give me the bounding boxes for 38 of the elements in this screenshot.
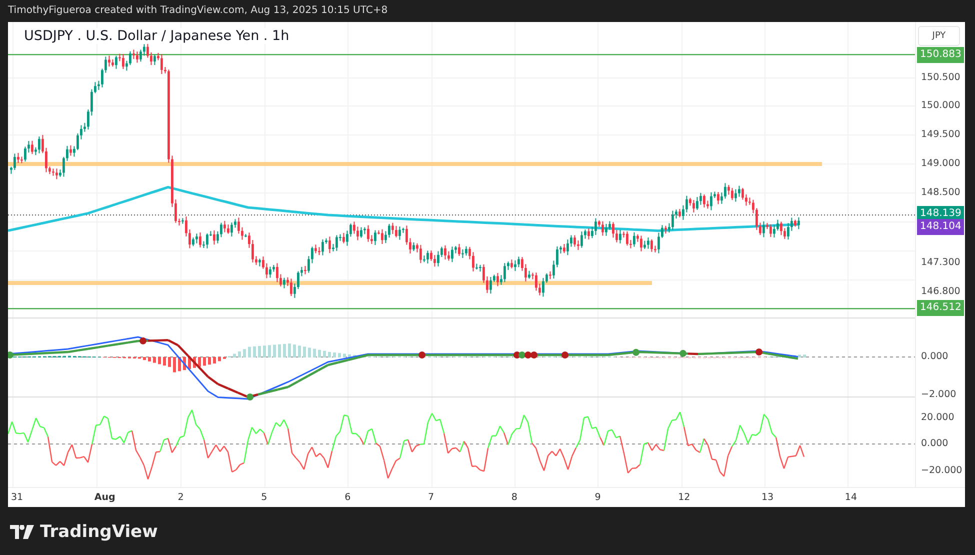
crossover-dot bbox=[140, 337, 146, 344]
logo-text: TradingView bbox=[40, 522, 158, 542]
crossover-dot bbox=[632, 348, 640, 356]
macd-scale-label: −2.000 bbox=[921, 388, 956, 402]
date-label: 6 bbox=[344, 492, 352, 503]
logo-icon bbox=[10, 525, 34, 539]
price-badge: 146.512 bbox=[917, 300, 964, 316]
date-label: 5 bbox=[261, 492, 268, 503]
crossover-dot bbox=[756, 348, 762, 356]
price-label: 149.500 bbox=[921, 128, 960, 142]
oscillator-scale-label: 0.000 bbox=[921, 437, 948, 451]
macd-scale-label: 0.000 bbox=[921, 350, 948, 364]
date-label: 7 bbox=[428, 492, 435, 503]
price-label: 150.500 bbox=[921, 71, 960, 85]
date-label: 14 bbox=[844, 492, 858, 503]
price-label: 148.500 bbox=[921, 186, 960, 200]
chart-title: USDJPY . U.S. Dollar / Japanese Yen . 1h bbox=[24, 28, 290, 44]
crossover-dot bbox=[562, 352, 568, 358]
oscillator-scale-label: 20.000 bbox=[921, 411, 954, 425]
date-label: 31 bbox=[11, 492, 24, 503]
date-label: Aug bbox=[94, 492, 116, 503]
date-label: 8 bbox=[511, 492, 518, 503]
date-label: 12 bbox=[678, 492, 692, 503]
oscillator-scale-label: −20.000 bbox=[921, 464, 962, 478]
crossover-dot bbox=[680, 350, 686, 357]
price-label: 146.800 bbox=[921, 285, 960, 299]
header-caption: TimothyFigueroa created with TradingView.com, Aug 13, 2025 10:15 UTC+8 bbox=[7, 4, 389, 18]
currency-label[interactable]: JPY bbox=[918, 26, 960, 46]
date-label: 9 bbox=[594, 492, 602, 503]
price-badge: 148.104 bbox=[917, 219, 964, 235]
crossover-dot bbox=[418, 352, 426, 358]
date-label: 2 bbox=[178, 492, 185, 503]
crossover-dot bbox=[246, 394, 254, 400]
price-label: 147.300 bbox=[921, 256, 960, 270]
price-label: 149.000 bbox=[921, 157, 960, 171]
price-badge: 150.883 bbox=[917, 47, 964, 63]
price-label: 150.000 bbox=[921, 99, 960, 113]
date-label: 13 bbox=[762, 492, 775, 503]
